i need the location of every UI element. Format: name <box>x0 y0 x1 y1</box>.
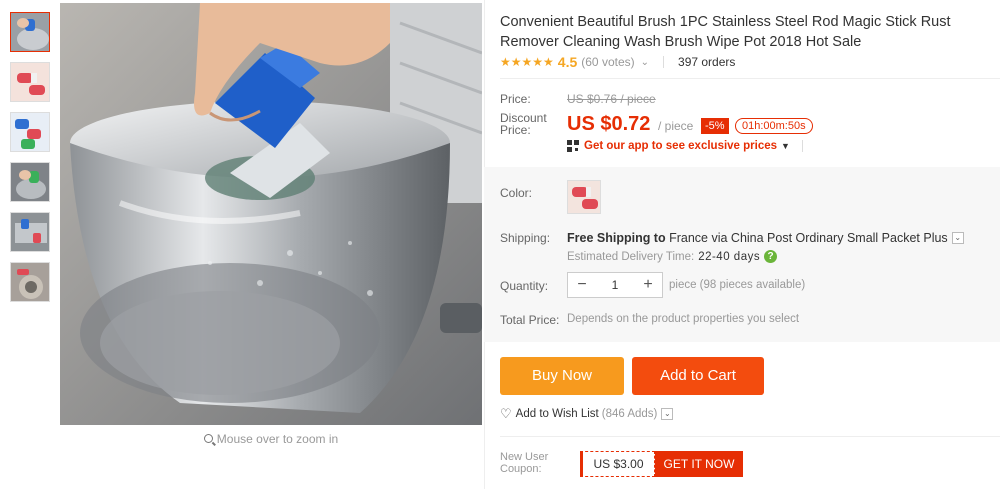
quantity-label: Quantity: <box>500 279 549 293</box>
coupon-amount: US $3.00 <box>580 451 655 477</box>
quantity-available: piece (98 pieces available) <box>669 279 806 291</box>
zoom-hint: Mouse over to zoom in <box>60 432 482 446</box>
price-unit: / piece <box>658 119 694 133</box>
divider <box>500 78 1000 79</box>
delivery-label: Estimated Delivery Time: <box>567 250 695 263</box>
original-price: US $0.76 / piece <box>567 92 656 106</box>
product-title: Convenient Beautiful Brush 1PC Stainless… <box>500 14 951 50</box>
magnifier-icon <box>203 434 213 443</box>
discount-price: US $0.72 <box>567 113 651 135</box>
app-promo-text[interactable]: Get our app to see exclusive prices <box>584 140 777 152</box>
color-option-swatch[interactable] <box>567 180 601 214</box>
divider <box>500 436 1000 437</box>
delivery-estimate: Estimated Delivery Time: 22-40 days ? <box>567 250 778 263</box>
zoom-hint-text: Mouse over to zoom in <box>216 432 339 446</box>
thumbnail-5[interactable] <box>10 212 50 252</box>
thumbnail-1[interactable] <box>10 12 50 52</box>
buy-now-button[interactable]: Buy Now <box>500 357 624 395</box>
divider <box>801 140 803 152</box>
decrease-button[interactable]: − <box>568 273 596 297</box>
heart-icon[interactable]: ♡ <box>500 406 512 422</box>
wishlist-count: (846 Adds) <box>601 408 658 420</box>
color-label: Color: <box>500 186 533 200</box>
chevron-down-icon[interactable]: ⌄ <box>641 57 649 68</box>
thumbnail-3[interactable] <box>10 112 50 152</box>
price-label: Price: <box>500 92 531 106</box>
increase-button[interactable]: + <box>634 273 662 297</box>
total-price-info: Depends on the product properties you se… <box>567 313 800 325</box>
quantity-stepper: − 1 + <box>567 272 663 298</box>
coupon-label: New User Coupon: <box>500 451 549 475</box>
add-to-cart-button[interactable]: Add to Cart <box>632 357 764 395</box>
discount-price-label: Discount Price: <box>500 111 547 137</box>
discount-badge: -5% <box>701 118 729 134</box>
delivery-days: 22-40 days <box>698 250 761 263</box>
thumbnail-2[interactable] <box>10 62 50 102</box>
get-coupon-button[interactable]: GET IT NOW <box>655 451 743 477</box>
shipping-dropdown-icon[interactable]: ⌄ <box>951 232 964 244</box>
orders-count: 397 orders <box>678 55 736 69</box>
add-to-wishlist-link[interactable]: Add to Wish List <box>516 408 599 420</box>
qr-code-icon <box>567 140 579 152</box>
divider <box>663 56 665 68</box>
caret-down-icon[interactable]: ▼ <box>781 141 790 151</box>
main-product-image[interactable] <box>60 3 482 425</box>
shipping-destination: France via China Post Ordinary Small Pac… <box>669 231 948 245</box>
countdown-timer: 01h:00m:50s <box>735 118 813 134</box>
rating-value: 4.5 <box>557 54 578 70</box>
rating-row: ★★★★★ 4.5 (60 votes) ⌄ 397 orders <box>500 54 735 70</box>
shipping-info: Free Shipping to France via China Post O… <box>567 231 964 245</box>
shipping-label: Shipping: <box>500 231 551 245</box>
quantity-input[interactable]: 1 <box>612 278 619 292</box>
coupon[interactable]: US $3.00 GET IT NOW <box>580 451 743 477</box>
app-promo[interactable]: Get our app to see exclusive prices ▼ <box>567 140 803 152</box>
wishlist-row[interactable]: ♡ Add to Wish List (846 Adds) ⌄ <box>500 406 674 422</box>
free-shipping-text: Free Shipping to <box>567 231 666 245</box>
thumbnail-list <box>10 12 52 312</box>
votes-link[interactable]: (60 votes) <box>581 55 634 69</box>
wishlist-dropdown-icon[interactable]: ⌄ <box>661 408 674 420</box>
total-price-label: Total Price: <box>500 313 560 327</box>
star-rating-icon: ★★★★★ <box>500 55 554 69</box>
help-icon[interactable]: ? <box>764 250 778 263</box>
thumbnail-4[interactable] <box>10 162 50 202</box>
thumbnail-6[interactable] <box>10 262 50 302</box>
